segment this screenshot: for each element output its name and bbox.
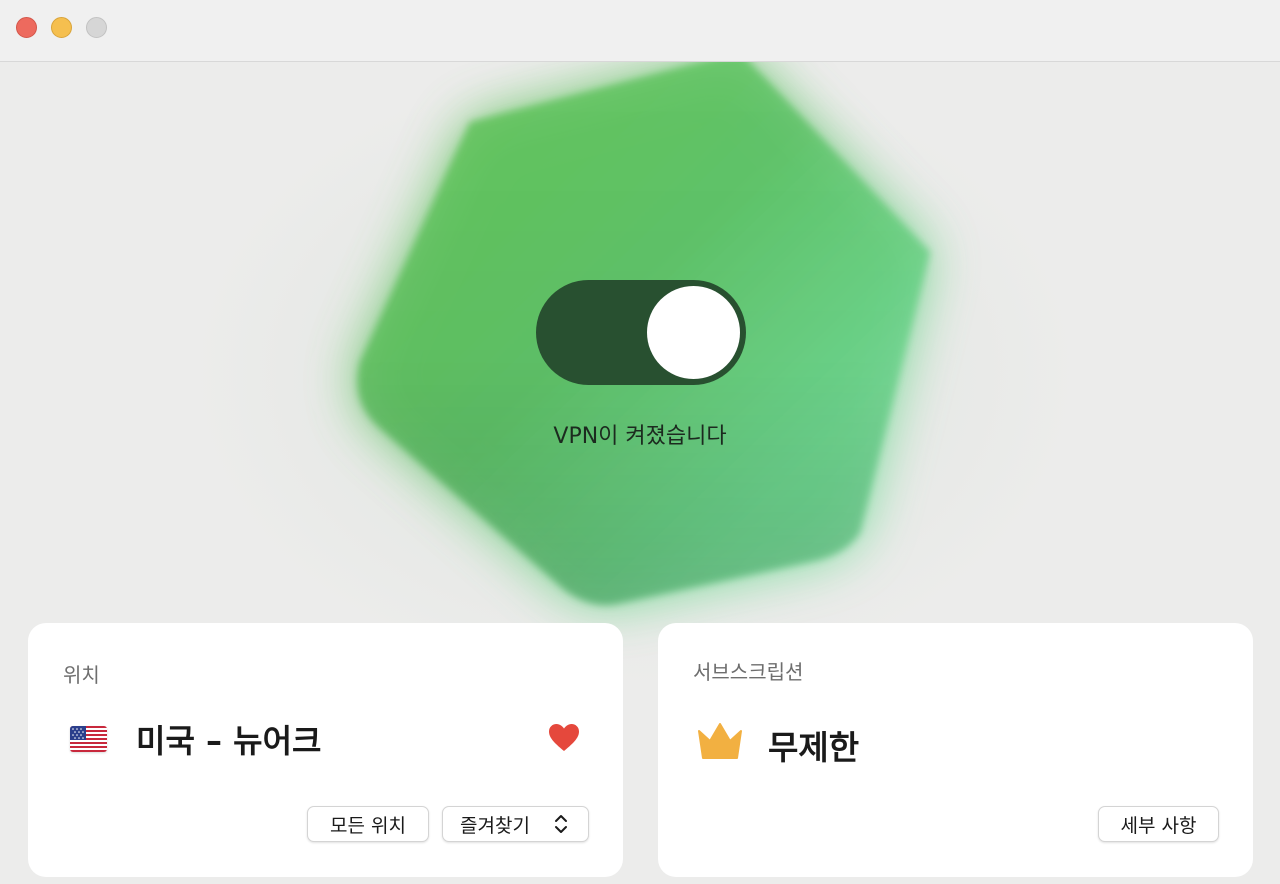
location-name: 미국 – 뉴어크 [136, 722, 322, 760]
zoom-window-button[interactable] [86, 17, 107, 38]
location-card: 위치 미국 – 뉴어크 모든 위치 즐겨찾기 [28, 623, 623, 877]
all-locations-label: 모든 위치 [330, 814, 406, 837]
location-card-label: 위치 [63, 663, 100, 687]
all-locations-button[interactable]: 모든 위치 [307, 806, 429, 842]
heart-icon[interactable] [548, 723, 580, 753]
us-flag-icon [70, 726, 107, 752]
toggle-knob [647, 286, 740, 379]
subscription-card: 서브스크립션 무제한 세부 사항 [658, 623, 1253, 877]
details-button[interactable]: 세부 사항 [1098, 806, 1219, 842]
plan-name: 무제한 [768, 728, 860, 767]
crown-icon [698, 723, 742, 759]
minimize-window-button[interactable] [51, 17, 72, 38]
favorites-dropdown[interactable]: 즐겨찾기 [442, 806, 589, 842]
app-window: VPN이 켜졌습니다 위치 미국 – 뉴어크 모든 위치 즐겨찾기 서브스크립션… [0, 0, 1280, 884]
favorites-label: 즐겨찾기 [460, 814, 530, 837]
details-label: 세부 사항 [1120, 814, 1197, 837]
vpn-status-text: VPN이 켜졌습니다 [553, 424, 727, 449]
title-bar [0, 0, 1280, 62]
close-window-button[interactable] [16, 17, 37, 38]
chevron-up-down-icon [555, 815, 567, 833]
subscription-card-label: 서브스크립션 [693, 660, 804, 684]
vpn-toggle[interactable] [536, 280, 746, 385]
